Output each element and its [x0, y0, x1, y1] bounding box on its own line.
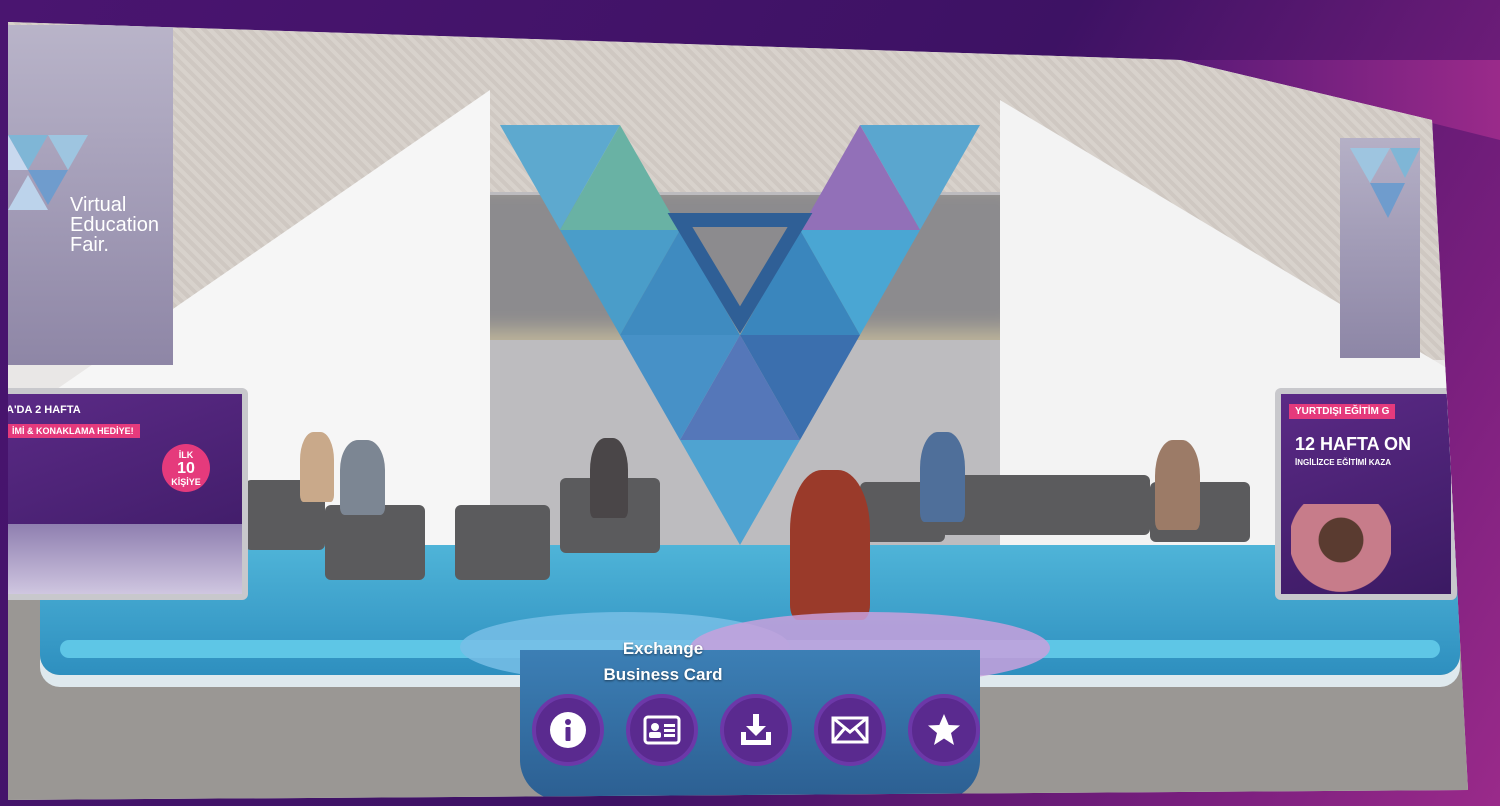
download-icon: [741, 714, 771, 745]
screen-right-subline: İNGİLİZCE EĞİTİMİ KAZA: [1295, 458, 1391, 467]
screen-right-strip: YURTDIŞI EĞİTİM G: [1289, 404, 1396, 419]
banner-text-line-2: Education: [70, 214, 159, 236]
tooltip-line-2: Business Card: [603, 665, 723, 684]
armchair-1: [325, 505, 425, 580]
screen-left-strip: İMİ & KONAKLAMA HEDİYE!: [8, 424, 140, 438]
promo-screen-left: A'DA 2 HAFTA İMİ & KONAKLAMA HEDİYE! İLK…: [6, 388, 248, 600]
screen-right-person-image: [1291, 504, 1391, 594]
right-hanging-banner: [1340, 138, 1420, 358]
banner-logo-graphic-right: [1350, 148, 1420, 218]
armchair-2: [455, 505, 550, 580]
sofa-right: [940, 475, 1150, 535]
promo-screen-left-content: A'DA 2 HAFTA İMİ & KONAKLAMA HEDİYE! İLK…: [6, 394, 242, 594]
booth-scene: Virtual Education Fair. A'DA 2 HAFTA İMİ…: [6, 22, 1468, 800]
banner-text-line-1: Virtual: [70, 194, 127, 216]
badge-bottom-text: KİŞİYE: [171, 477, 201, 487]
visitor-figure: [1155, 440, 1200, 530]
presenter-figure: [790, 470, 870, 620]
visitor-figure: [300, 432, 334, 502]
business-card-button[interactable]: [626, 694, 698, 766]
id-card-icon: [643, 715, 681, 745]
tooltip-line-1: Exchange: [622, 639, 704, 658]
email-button[interactable]: [814, 694, 886, 766]
star-icon: [928, 714, 960, 745]
left-hanging-banner: Virtual Education Fair.: [8, 25, 173, 365]
badge-top-text: İLK: [178, 450, 194, 460]
visitor-figure: [920, 432, 965, 522]
banner-text-line-3: Fair.: [70, 234, 109, 256]
screen-left-room-image: [8, 524, 242, 594]
envelope-icon: [831, 716, 869, 744]
visitor-figure: [340, 440, 385, 515]
screen-left-headline: A'DA 2 HAFTA: [6, 404, 81, 416]
screen-right-headline: 12 HAFTA ON: [1295, 434, 1412, 454]
info-icon: [550, 712, 586, 748]
screen-left-badge: İLK 10 KİŞİYE: [162, 444, 210, 492]
favorite-button[interactable]: [908, 694, 980, 766]
badge-number: 10: [177, 460, 195, 477]
promo-screen-right-content: YURTDIŞI EĞİTİM G 12 HAFTA ON İNGİLİZCE …: [1281, 394, 1451, 594]
info-button[interactable]: [532, 694, 604, 766]
action-tooltip: Exchange Business Card: [580, 636, 746, 688]
visitor-figure: [590, 438, 628, 518]
download-button[interactable]: [720, 694, 792, 766]
promo-screen-right: YURTDIŞI EĞİTİM G 12 HAFTA ON İNGİLİZCE …: [1275, 388, 1457, 600]
